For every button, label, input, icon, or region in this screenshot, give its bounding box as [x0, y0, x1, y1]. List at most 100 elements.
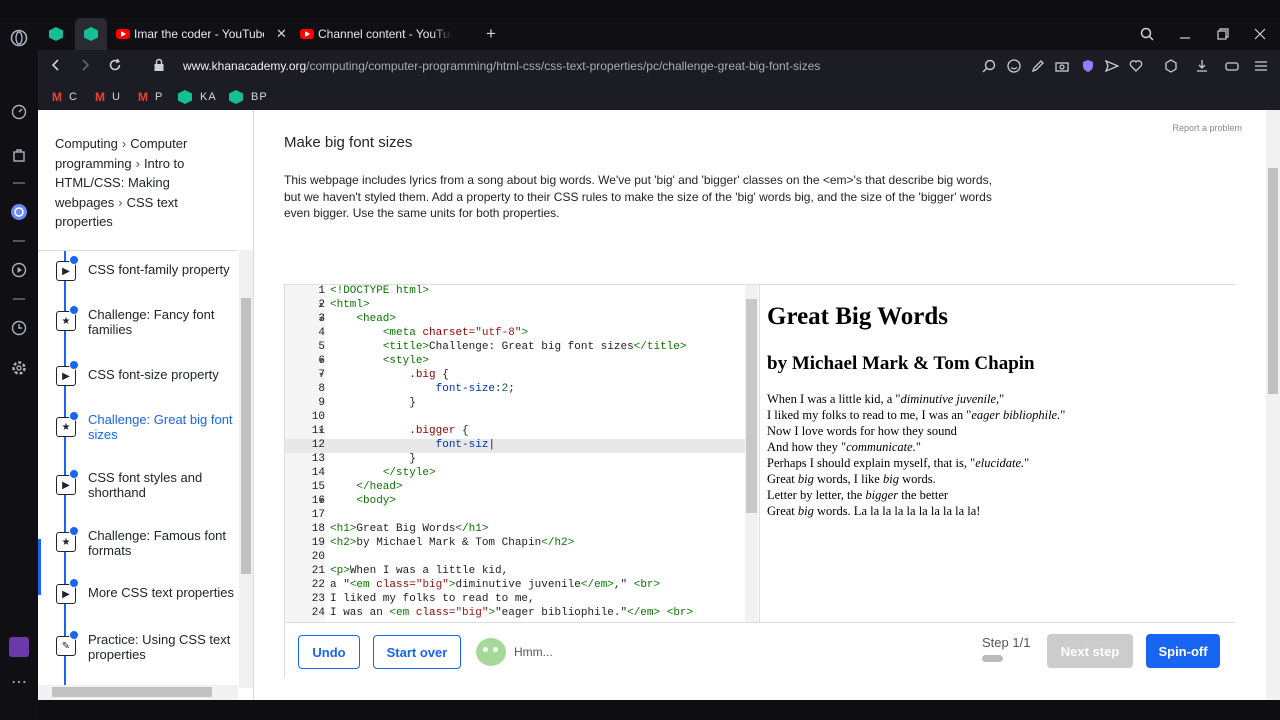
- lesson-label: Practice: Using CSS text properties: [88, 632, 231, 662]
- next-step-button[interactable]: Next step: [1047, 634, 1133, 668]
- vpn-shield-icon[interactable]: [1081, 59, 1095, 76]
- youtube-icon: [300, 29, 314, 39]
- report-problem-link[interactable]: Report a problem: [1172, 123, 1242, 133]
- battery-icon[interactable]: [1225, 59, 1241, 76]
- fold-arrow-icon[interactable]: ▼: [318, 428, 325, 435]
- browser-window: ⋯ Imar the coder - YouTube ✕ Channel con…: [0, 0, 1280, 720]
- challenge-main: Report a problem Make big font sizes Thi…: [254, 110, 1266, 700]
- lesson-item[interactable]: ★ Challenge: Fancy font families: [38, 296, 238, 340]
- editor-scrollbar[interactable]: [745, 285, 758, 622]
- line-number: 21: [311, 565, 325, 577]
- heart-icon[interactable]: [1129, 59, 1143, 76]
- tab-imar-youtube[interactable]: Imar the coder - YouTube ✕: [116, 18, 296, 50]
- lyric-line: And how they "communicate.": [767, 439, 1065, 455]
- camera-icon[interactable]: [1055, 59, 1069, 76]
- tab-khan-active[interactable]: [75, 18, 107, 50]
- forward-arrow-icon[interactable]: [78, 58, 92, 75]
- code-line: a "<em class="big">diminutive juvenile</…: [330, 579, 661, 591]
- spin-off-button[interactable]: Spin-off: [1146, 634, 1220, 668]
- lesson-item[interactable]: ★ Challenge: Great big font sizes: [38, 401, 238, 457]
- start-over-button[interactable]: Start over: [373, 635, 461, 669]
- lesson-item[interactable]: ★ Challenge: Famous font formats: [38, 517, 238, 573]
- lyric-line: Now I love words for how they sound: [767, 423, 1065, 439]
- khan-academy-icon: [229, 90, 243, 104]
- fold-arrow-icon[interactable]: ▼: [318, 498, 325, 505]
- tab-label: Channel content - YouTube: [318, 27, 452, 41]
- scrollbar-thumb[interactable]: [241, 298, 251, 574]
- tab-search-icon[interactable]: [1140, 18, 1158, 50]
- find-icon[interactable]: [982, 59, 996, 76]
- lyric-text: When I was a little kid, a "diminutive j…: [767, 392, 1005, 406]
- scrollbar-thumb[interactable]: [1268, 168, 1278, 394]
- tab-channel-content[interactable]: Channel content - YouTube: [300, 18, 452, 50]
- lesson-item[interactable]: ▶ CSS font-family property: [38, 251, 238, 295]
- scrollbar-thumb[interactable]: [746, 299, 757, 513]
- speed-dial-icon[interactable]: [9, 102, 29, 122]
- lyric-line: When I was a little kid, a "diminutive j…: [767, 391, 1065, 407]
- restore-icon[interactable]: [1217, 18, 1231, 50]
- code-line: <body>: [356, 495, 397, 507]
- breadcrumb-separator-icon: ›: [118, 194, 123, 210]
- lesson-list-hscrollbar[interactable]: [38, 685, 238, 700]
- hint-text: Hmm...: [514, 645, 553, 659]
- extensions-cube-icon[interactable]: [1164, 59, 1178, 76]
- more-dots-icon[interactable]: ⋯: [9, 672, 29, 692]
- bookmark-item[interactable]: MC: [52, 90, 78, 104]
- edit-icon[interactable]: [1031, 59, 1045, 76]
- complete-check-icon: [69, 360, 79, 370]
- bookmark-item[interactable]: BP: [229, 90, 268, 104]
- code-line: font-siz|: [435, 439, 496, 451]
- reload-icon[interactable]: [108, 58, 122, 75]
- lyric-line: Great big words, I like big words.: [767, 471, 1065, 487]
- whatsapp-icon[interactable]: [9, 202, 29, 222]
- line-number: 24: [311, 607, 325, 619]
- close-icon[interactable]: ✕: [276, 26, 287, 42]
- menu-icon[interactable]: [1254, 59, 1268, 76]
- fold-arrow-icon[interactable]: ▼: [318, 372, 325, 379]
- workspace-icon[interactable]: [9, 637, 29, 657]
- bookmark-item[interactable]: MU: [95, 90, 121, 104]
- player-icon[interactable]: [9, 260, 29, 280]
- breadcrumb-item[interactable]: Computing: [55, 136, 118, 151]
- code-line: <title>Challenge: Great big font sizes</…: [382, 341, 687, 353]
- tab-khan-pinned[interactable]: [44, 18, 68, 50]
- lesson-list-scrollbar[interactable]: [239, 250, 253, 688]
- line-number: 17: [311, 509, 325, 521]
- opera-logo-icon[interactable]: [9, 28, 29, 48]
- download-icon[interactable]: [1195, 59, 1209, 76]
- emoji-icon[interactable]: [1007, 59, 1021, 76]
- lesson-item[interactable]: ▶ CSS font styles and shorthand: [38, 459, 238, 515]
- url-field[interactable]: www.khanacademy.org/computing/computer-p…: [183, 59, 820, 73]
- undo-button[interactable]: Undo: [298, 635, 360, 669]
- shopping-bag-icon[interactable]: [9, 145, 29, 165]
- settings-gear-icon[interactable]: [9, 358, 29, 378]
- lesson-label: CSS font-size property: [88, 367, 219, 382]
- minimize-icon[interactable]: [1179, 18, 1193, 50]
- back-arrow-icon[interactable]: [49, 58, 63, 75]
- page-scrollbar[interactable]: [1266, 110, 1280, 700]
- bookmark-item[interactable]: MP: [138, 90, 163, 104]
- lesson-item[interactable]: ✎ Practice: Using CSS text properties: [38, 621, 238, 677]
- fold-arrow-icon[interactable]: ▼: [318, 302, 325, 309]
- bookmark-label: BP: [251, 91, 268, 103]
- fold-arrow-icon[interactable]: ▼: [318, 358, 325, 365]
- new-tab-plus-icon[interactable]: +: [486, 18, 500, 50]
- lesson-item[interactable]: ▶ CSS font-size property: [38, 356, 238, 400]
- send-icon[interactable]: [1104, 59, 1120, 76]
- preview-lyrics: When I was a little kid, a "diminutive j…: [767, 391, 1065, 519]
- scrollbar-thumb[interactable]: [52, 687, 212, 697]
- window-close-icon[interactable]: [1254, 18, 1268, 50]
- fold-arrow-icon[interactable]: ▼: [318, 316, 325, 323]
- complete-check-icon: [69, 526, 79, 536]
- lesson-item[interactable]: ▶ More CSS text properties: [38, 573, 238, 617]
- bookmark-item[interactable]: KA: [178, 90, 217, 104]
- code-line: I liked my folks to read to me,: [330, 593, 535, 605]
- line-number: 15: [311, 481, 325, 493]
- bookmark-label: KA: [200, 91, 217, 103]
- code-line: }: [330, 397, 416, 409]
- code-editor[interactable]: 1 2 3 4 5 6 7 8 9 10 11 12 13 14 15 16 17 18 19 20 21 22 23 24 …: [285, 285, 758, 622]
- history-icon[interactable]: [9, 318, 29, 338]
- bookmark-label: U: [112, 91, 121, 103]
- lock-icon[interactable]: [153, 58, 165, 75]
- window-bottom-edge: [38, 700, 1280, 720]
